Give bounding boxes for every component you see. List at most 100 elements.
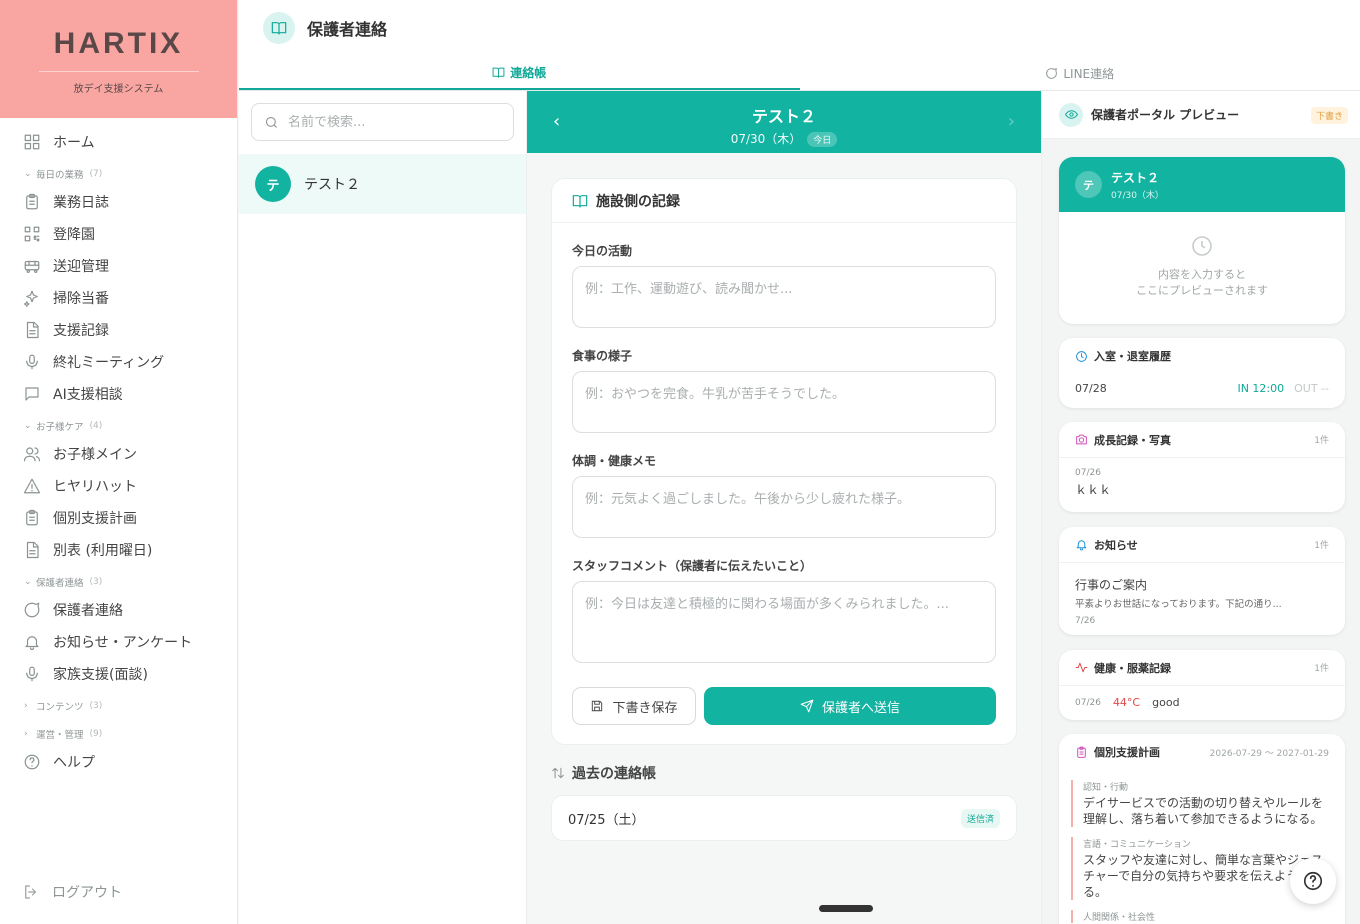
scroll-handle[interactable] xyxy=(819,905,873,912)
sidebar-section-management[interactable]: › 運営・管理 (9) xyxy=(0,722,237,746)
users-icon xyxy=(22,444,42,464)
health-entry: 07/26 44°C good xyxy=(1059,686,1345,719)
sidebar-item-label: 業務日誌 xyxy=(53,195,109,211)
next-day-button[interactable]: › xyxy=(1008,111,1015,132)
in-time: IN 12:00 xyxy=(1237,382,1285,395)
plan-goal: 人間関係・社会性 xyxy=(1071,910,1331,923)
brand-divider xyxy=(38,71,199,72)
field-staff-comment: スタッフコメント（保護者に伝えたいこと） xyxy=(572,557,996,667)
brand-logo: HARTIX xyxy=(53,27,184,60)
card-title: 個別支援計画 xyxy=(1094,746,1160,759)
card-title: 入室・退室履歴 xyxy=(1094,350,1171,363)
camera-icon xyxy=(1076,434,1087,445)
qr-code-icon xyxy=(22,224,42,244)
tab-line-contact[interactable]: LINE連絡 xyxy=(800,56,1360,90)
sidebar-item-label: 支援記録 xyxy=(53,323,109,339)
search-box[interactable] xyxy=(251,103,514,141)
sidebar-item-work-log[interactable]: 業務日誌 xyxy=(0,186,237,218)
growth-text: ｋｋｋ xyxy=(1075,483,1112,497)
preview-child-info: テスト２ 07/30（木） xyxy=(1111,169,1164,201)
sidebar-item-ai-consult[interactable]: AI支援相談 xyxy=(0,378,237,410)
sidebar-item-schedule[interactable]: 別表 (利用曜日) xyxy=(0,534,237,566)
sidebar-item-label: 保護者連絡 xyxy=(53,603,123,619)
goal-text: デイサービスでの活動の切り替えやルールを理解し、落ち着いて参加できるようになる。 xyxy=(1083,796,1324,826)
section-count: (9) xyxy=(89,729,103,739)
tab-label: LINE連絡 xyxy=(1063,66,1115,81)
prev-day-button[interactable]: ‹ xyxy=(553,111,560,132)
button-label: 保護者へ送信 xyxy=(821,700,900,716)
card-header: 施設側の記録 xyxy=(552,179,1016,223)
day-date: 07/30（木） xyxy=(730,132,802,146)
tab-contact-book[interactable]: 連絡帳 xyxy=(239,56,800,90)
goal-category: 言語・コミュニケーション xyxy=(1083,840,1191,850)
sidebar-item-label: 送迎管理 xyxy=(53,259,109,275)
guardian-portal-preview: 保護者ポータル プレビュー 下書き テ テスト２ 07/30（木） 内容を入力す… xyxy=(1041,91,1360,924)
sidebar-item-home[interactable]: ホーム xyxy=(0,126,237,158)
attendance-date: 07/28 xyxy=(1075,382,1107,395)
sidebar-item-announcements[interactable]: お知らせ・アンケート xyxy=(0,626,237,658)
sidebar-item-cleaning[interactable]: 掃除当番 xyxy=(0,282,237,314)
field-activity: 今日の活動 xyxy=(572,242,996,332)
clipboard-icon xyxy=(22,508,42,528)
sidebar-section-daily[interactable]: ⌄ 毎日の業務 (7) xyxy=(0,162,237,186)
contact-book-editor: ‹ テスト２ 07/30（木） 今日 › 施設側の記録 今日の活動 食事の様子 体… xyxy=(527,91,1041,924)
sidebar-item-incident[interactable]: ヒヤリハット xyxy=(0,470,237,502)
bell-icon xyxy=(22,632,42,652)
book-icon xyxy=(263,12,295,44)
health-textarea[interactable] xyxy=(572,476,996,538)
sidebar-item-transport[interactable]: 送迎管理 xyxy=(0,250,237,282)
field-label: 体調・健康メモ xyxy=(572,454,657,468)
sidebar-item-support-record[interactable]: 支援記録 xyxy=(0,314,237,346)
day-child-name: テスト２ xyxy=(751,107,816,126)
past-contact-books-heading: 過去の連絡帳 xyxy=(551,763,656,783)
button-label: 下書き保存 xyxy=(612,700,678,716)
card-count: 1件 xyxy=(1314,436,1329,446)
notice-heading: 行事のご案内 xyxy=(1075,578,1148,592)
search-icon xyxy=(265,116,277,128)
help-circle-icon xyxy=(1303,871,1323,891)
search-input[interactable] xyxy=(288,114,498,130)
page-title: 保護者連絡 xyxy=(307,20,388,39)
section-count: (3) xyxy=(89,701,103,711)
sidebar-item-meeting[interactable]: 終礼ミーティング xyxy=(0,346,237,378)
brand-header[interactable]: HARTIX 放デイ支援システム xyxy=(0,0,237,118)
sidebar-item-help[interactable]: ヘルプ xyxy=(0,746,237,778)
sidebar-item-family-support[interactable]: 家族支援(面談) xyxy=(0,658,237,690)
meal-textarea[interactable] xyxy=(572,371,996,433)
preview-header: 保護者ポータル プレビュー 下書き xyxy=(1042,91,1360,139)
sidebar-item-attendance[interactable]: 登降園 xyxy=(0,218,237,250)
chevron-down-icon: ⌄ xyxy=(24,421,32,431)
health-date: 07/26 xyxy=(1075,697,1101,708)
past-contact-book-item[interactable]: 07/25（土） 送信済 xyxy=(551,795,1017,841)
sidebar-item-child-main[interactable]: お子様メイン xyxy=(0,438,237,470)
clipboard-icon xyxy=(22,192,42,212)
day-date-row: 07/30（木） 今日 xyxy=(527,130,1041,147)
sort-icon xyxy=(552,767,564,779)
staff-comment-textarea[interactable] xyxy=(572,581,996,663)
save-draft-button[interactable]: 下書き保存 xyxy=(572,687,696,725)
activity-textarea[interactable] xyxy=(572,266,996,328)
activity-icon xyxy=(1075,662,1088,673)
help-circle-icon xyxy=(22,752,42,772)
message-circle-icon xyxy=(22,600,42,620)
goal-category: 人間関係・社会性 xyxy=(1083,913,1156,923)
section-count: (4) xyxy=(89,421,103,431)
logout-button[interactable]: ログアウト xyxy=(22,882,122,902)
send-to-guardian-button[interactable]: 保護者へ送信 xyxy=(704,687,996,725)
sidebar-section-contents[interactable]: › コンテンツ (3) xyxy=(0,694,237,718)
message-circle-icon xyxy=(1046,67,1058,79)
notice-entry[interactable]: 行事のご案内 平素よりお世話になっております。下記の通り... 7/26 xyxy=(1059,563,1345,635)
book-icon xyxy=(492,67,505,78)
card-header: 入室・退室履歴 xyxy=(1059,338,1345,374)
sidebar-section-guardian[interactable]: ⌄ 保護者連絡 (3) xyxy=(0,570,237,594)
sidebar-item-guardian-contact[interactable]: 保護者連絡 xyxy=(0,594,237,626)
card-header: 個別支援計画 2026-07-29 〜 2027-01-29 xyxy=(1059,734,1345,770)
sidebar-item-support-plan[interactable]: 個別支援計画 xyxy=(0,502,237,534)
page-title-group: 保護者連絡 xyxy=(263,12,387,44)
card-title: 健康・服薬記録 xyxy=(1094,661,1171,675)
child-list-item[interactable]: テ テスト２ xyxy=(239,154,526,214)
sidebar-section-child-care[interactable]: ⌄ お子様ケア (4) xyxy=(0,414,237,438)
sidebar-item-label: ヒヤリハット xyxy=(53,479,137,495)
draft-badge: 下書き xyxy=(1310,107,1348,124)
help-floating-button[interactable] xyxy=(1290,858,1336,904)
